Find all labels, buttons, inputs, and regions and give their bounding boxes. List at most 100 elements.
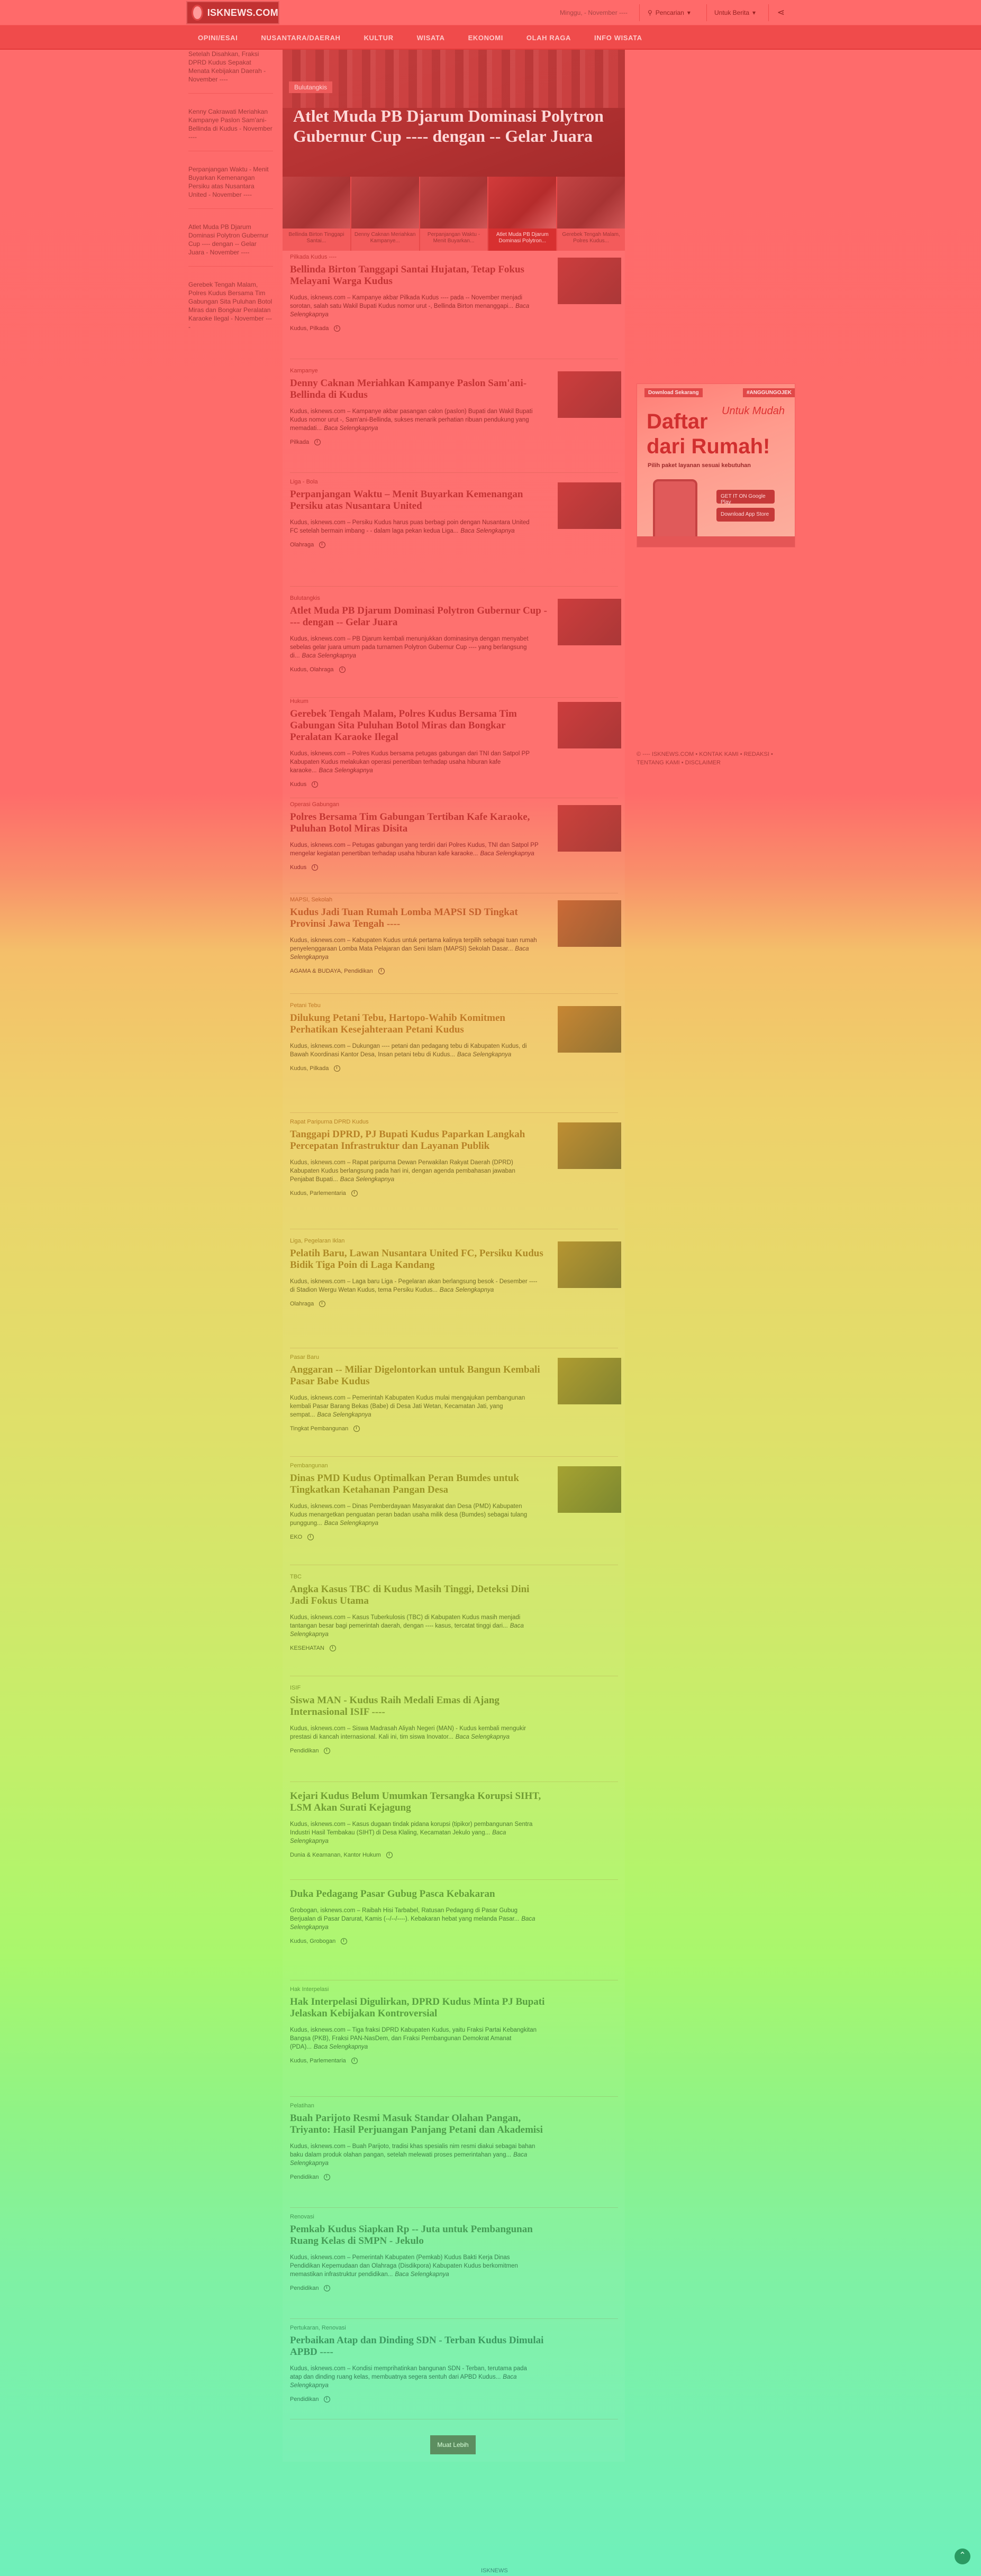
article-meta[interactable]: Pendidikan bbox=[290, 2174, 319, 2180]
hero-slide[interactable]: Bulutangkis Atlet Muda PB Djarum Dominas… bbox=[283, 50, 625, 177]
article-thumbnail[interactable] bbox=[558, 599, 621, 645]
slider-thumb[interactable]: Denny Caknan Meriahkan Kampanye... bbox=[351, 177, 419, 251]
article-meta[interactable]: KESEHATAN bbox=[290, 1645, 324, 1651]
article-title[interactable]: Tanggapi DPRD, PJ Bupati Kudus Paparkan … bbox=[290, 1129, 549, 1152]
article-meta[interactable]: Kudus, Pilkada bbox=[290, 325, 329, 332]
article-category[interactable]: Renovasi bbox=[290, 2213, 618, 2221]
article-title[interactable]: Polres Bersama Tim Gabungan Tertiban Kaf… bbox=[290, 811, 549, 835]
article-meta[interactable]: Kudus, Pilkada bbox=[290, 1065, 329, 1072]
read-more-link[interactable]: Baca Selengkapnya bbox=[319, 768, 373, 774]
read-more-link[interactable]: Baca Selengkapnya bbox=[324, 1520, 378, 1527]
left-news-item[interactable]: Kenny Cakrawati Meriahkan Kampanye Paslo… bbox=[188, 107, 273, 151]
left-news-item[interactable]: Perpanjangan Waktu - Menit Buyarkan Keme… bbox=[188, 165, 273, 209]
article-thumbnail[interactable] bbox=[558, 702, 621, 748]
google-play-badge[interactable]: GET IT ON Google Play bbox=[716, 490, 775, 505]
article-thumbnail[interactable] bbox=[558, 900, 621, 947]
article-meta[interactable]: Kudus, Parlementaria bbox=[290, 2058, 346, 2064]
share-icon[interactable]: ⋖ bbox=[774, 5, 788, 20]
article-meta[interactable]: Olahraga bbox=[290, 542, 314, 548]
slider-thumb[interactable]: Bellinda Birton Tinggapi Santai... bbox=[283, 177, 350, 251]
nav-item[interactable]: Ekonomi bbox=[457, 34, 515, 42]
search-menu[interactable]: ⚲ Pencarian ▾ bbox=[648, 7, 691, 19]
nav-item[interactable]: Wisata bbox=[405, 34, 457, 42]
read-more-link[interactable]: Baca Selengkapnya bbox=[395, 2271, 449, 2278]
article-title[interactable]: Gerebek Tengah Malam, Polres Kudus Bersa… bbox=[290, 708, 549, 743]
read-more-link[interactable]: Baca Selengkapnya bbox=[456, 1734, 510, 1740]
read-more-link[interactable]: Baca Selengkapnya bbox=[480, 851, 534, 857]
left-news-item[interactable]: Atlet Muda PB Djarum Dominasi Polytron G… bbox=[188, 223, 273, 267]
article-title[interactable]: Denny Caknan Meriahkan Kampanye Paslon S… bbox=[290, 378, 549, 401]
article-thumbnail[interactable] bbox=[558, 482, 621, 529]
article-thumbnail[interactable] bbox=[558, 805, 621, 852]
article-title[interactable]: Perpanjangan Waktu – Menit Buyarkan Keme… bbox=[290, 489, 549, 512]
article-thumbnail[interactable] bbox=[558, 371, 621, 418]
read-more-link[interactable]: Baca Selengkapnya bbox=[324, 425, 378, 432]
article-meta[interactable]: Pendidikan bbox=[290, 1748, 319, 1754]
article-meta[interactable]: Pilkada bbox=[290, 439, 309, 445]
article-category[interactable]: ISIF bbox=[290, 1684, 618, 1692]
nav-item[interactable]: Opini/Esai bbox=[186, 34, 249, 42]
slider-thumb[interactable]: Perpanjangan Waktu - Menit Buyarkan... bbox=[420, 177, 488, 251]
article-thumbnail[interactable] bbox=[558, 1358, 621, 1404]
app-store-badge[interactable]: Download App Store bbox=[716, 508, 775, 522]
article-thumbnail[interactable] bbox=[558, 1466, 621, 1513]
load-more-button[interactable]: Muat Lebih bbox=[430, 2435, 476, 2454]
article-thumbnail[interactable] bbox=[558, 258, 621, 304]
article-thumbnail[interactable] bbox=[558, 1122, 621, 1169]
hero-category[interactable]: Bulutangkis bbox=[289, 81, 333, 93]
article-meta[interactable]: EKO bbox=[290, 1534, 302, 1540]
article-title[interactable]: Pelatih Baru, Lawan Nusantara United FC,… bbox=[290, 1248, 549, 1271]
article-thumbnail[interactable] bbox=[558, 1241, 621, 1288]
article-title[interactable]: Atlet Muda PB Djarum Dominasi Polytron G… bbox=[290, 605, 549, 628]
article-title[interactable]: Buah Parijoto Resmi Masuk Standar Olahan… bbox=[290, 2113, 549, 2136]
slider-thumb[interactable]: Atlet Muda PB Djarum Dominasi Polytron..… bbox=[488, 177, 557, 251]
article-category[interactable]: Pertukaran, Renovasi bbox=[290, 2324, 618, 2332]
read-more-link[interactable]: Baca Selengkapnya bbox=[440, 1287, 494, 1293]
scroll-top-icon[interactable]: ⌃ bbox=[955, 2548, 970, 2564]
article-title[interactable]: Anggaran -- Miliar Digelontorkan untuk B… bbox=[290, 1364, 549, 1387]
advertisement-banner[interactable]: Download Sekarang #ANGGUNGOJEK Untuk Mud… bbox=[637, 383, 795, 547]
article-meta[interactable]: Tingkat Pembangunan bbox=[290, 1426, 348, 1432]
article-title[interactable]: Kejari Kudus Belum Umumkan Tersangka Kor… bbox=[290, 1791, 549, 1814]
article-title[interactable]: Kudus Jadi Tuan Rumah Lomba MAPSI SD Tin… bbox=[290, 907, 549, 930]
article-title[interactable]: Duka Pedagang Pasar Gubug Pasca Kebakara… bbox=[290, 1888, 549, 1900]
read-more-link[interactable]: Baca Selengkapnya bbox=[457, 1052, 511, 1058]
footer-links[interactable]: © ---- ISKNEWS.COM • KONTAK KAMI • REDAK… bbox=[637, 750, 795, 767]
nav-item[interactable]: Kultur bbox=[352, 34, 405, 42]
article-meta[interactable]: Kudus bbox=[290, 864, 306, 871]
article-category[interactable]: TBC bbox=[290, 1573, 618, 1581]
article-title[interactable]: Angka Kasus TBC di Kudus Masih Tinggi, D… bbox=[290, 1584, 549, 1607]
article-category[interactable]: Hak Interpelasi bbox=[290, 1986, 618, 1993]
article-title[interactable]: Siswa MAN - Kudus Raih Medali Emas di Aj… bbox=[290, 1695, 549, 1718]
slider-thumb[interactable]: Gerebek Tengah Malam, Polres Kudus... bbox=[557, 177, 625, 251]
article-meta[interactable]: Pendidikan bbox=[290, 2396, 319, 2403]
article-meta[interactable]: Kudus, Olahraga bbox=[290, 666, 334, 673]
read-more-link[interactable]: Baca Selengkapnya bbox=[460, 528, 514, 534]
article-title[interactable]: Hak Interpelasi Digulirkan, DPRD Kudus M… bbox=[290, 1996, 549, 2020]
article-thumbnail[interactable] bbox=[558, 1006, 621, 1053]
article-title[interactable]: Dilukung Petani Tebu, Hartopo-Wahib Komi… bbox=[290, 1012, 549, 1036]
article-title[interactable]: Pemkab Kudus Siapkan Rp -- Juta untuk Pe… bbox=[290, 2224, 549, 2247]
left-news-item[interactable]: Setelah Disahkan, Fraksi DPRD Kudus Sepa… bbox=[188, 50, 273, 94]
article-title[interactable]: Bellinda Birton Tanggapi Santai Hujatan,… bbox=[290, 264, 549, 287]
article-title[interactable]: Perbaikan Atap dan Dinding SDN - Terban … bbox=[290, 2335, 549, 2358]
read-more-link[interactable]: Baca Selengkapnya bbox=[317, 1412, 371, 1418]
article-meta[interactable]: Olahraga bbox=[290, 1301, 314, 1307]
site-logo[interactable]: ISKNEWS.COM bbox=[186, 1, 279, 24]
article-category[interactable]: Pelatihan bbox=[290, 2102, 618, 2109]
read-more-link[interactable]: Baca Selengkapnya bbox=[340, 1176, 394, 1183]
article-meta[interactable]: Kudus bbox=[290, 781, 306, 788]
nav-item[interactable]: Nusantara/Daerah bbox=[249, 34, 352, 42]
article-meta[interactable]: Kudus, Grobogan bbox=[290, 1938, 335, 1944]
read-more-link[interactable]: Baca Selengkapnya bbox=[314, 2044, 368, 2050]
article-meta[interactable]: Dunia & Keamanan, Kantor Hukum bbox=[290, 1852, 381, 1858]
article-title[interactable]: Dinas PMD Kudus Optimalkan Peran Bumdes … bbox=[290, 1473, 549, 1496]
hero-title[interactable]: Atlet Muda PB Djarum Dominasi Polytron G… bbox=[293, 106, 616, 146]
article-meta[interactable]: AGAMA & BUDAYA, Pendidikan bbox=[290, 968, 373, 974]
category-menu[interactable]: Untuk Berita ▾ bbox=[714, 7, 756, 19]
nav-item[interactable]: Info Wisata bbox=[583, 34, 654, 42]
read-more-link[interactable]: Baca Selengkapnya bbox=[302, 653, 356, 659]
article-meta[interactable]: Kudus, Parlementaria bbox=[290, 1190, 346, 1196]
nav-item[interactable]: Olah Raga bbox=[515, 34, 583, 42]
left-news-item[interactable]: Gerebek Tengah Malam, Polres Kudus Bersa… bbox=[188, 280, 273, 341]
